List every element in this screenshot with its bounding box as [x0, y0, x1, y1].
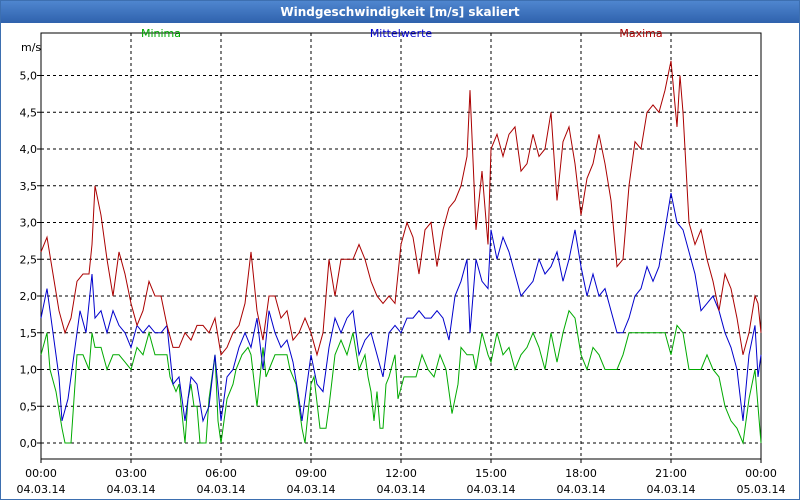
chart-title: Windgeschwindigkeit [m/s] skaliert	[1, 1, 799, 23]
x-tick-time-label: 21:00	[655, 467, 687, 480]
x-tick-date-label: 04.03.14	[17, 483, 66, 496]
x-tick-date-label: 04.03.14	[287, 483, 336, 496]
y-tick-label: 2,5	[20, 253, 38, 266]
chart-window: Windgeschwindigkeit [m/s] skaliert 0,0 0,…	[0, 0, 800, 500]
y-tick-label: 0,5	[20, 400, 38, 413]
x-tick-date-label: 04.03.14	[377, 483, 426, 496]
y-tick-label: 1,0	[20, 364, 38, 377]
y-tick-label: 0,0	[20, 437, 38, 450]
x-tick-date-label: 04.03.14	[647, 483, 696, 496]
x-tick-date-label: 05.03.14	[737, 483, 786, 496]
x-tick-time-label: 06:00	[205, 467, 237, 480]
y-axis-label: m/s	[21, 41, 41, 54]
x-tick-date-label: 04.03.14	[557, 483, 606, 496]
x-tick-date-label: 04.03.14	[197, 483, 246, 496]
x-tick-time-label: 18:00	[565, 467, 597, 480]
y-tick-label: 4,5	[20, 106, 38, 119]
y-tick-label: 2,0	[20, 290, 38, 303]
y-tick-label: 5,0	[20, 70, 38, 83]
x-tick-time-label: 09:00	[295, 467, 327, 480]
x-tick-time-label: 03:00	[115, 467, 147, 480]
x-tick-date-label: 04.03.14	[467, 483, 516, 496]
y-tick-label: 4,0	[20, 143, 38, 156]
x-tick-time-label: 00:00	[25, 467, 57, 480]
wind-speed-chart: 0,0 0,5 1,0 1,5 2,0 2,5 3,0 3,5 4,0 4,5 5,0 00:00 04…	[17, 27, 786, 496]
y-tick-label: 3,5	[20, 180, 38, 193]
legend-mittelwerte: Mittelwerte	[370, 27, 433, 40]
legend-maxima: Maxima	[619, 27, 662, 40]
legend-minima: Minima	[141, 27, 181, 40]
x-tick-date-label: 04.03.14	[107, 483, 156, 496]
x-tick-time-label: 15:00	[475, 467, 507, 480]
y-tick-label: 1,5	[20, 327, 38, 340]
x-tick-time-label: 00:00	[745, 467, 777, 480]
y-tick-label: 3,0	[20, 217, 38, 230]
x-tick-time-label: 12:00	[385, 467, 417, 480]
